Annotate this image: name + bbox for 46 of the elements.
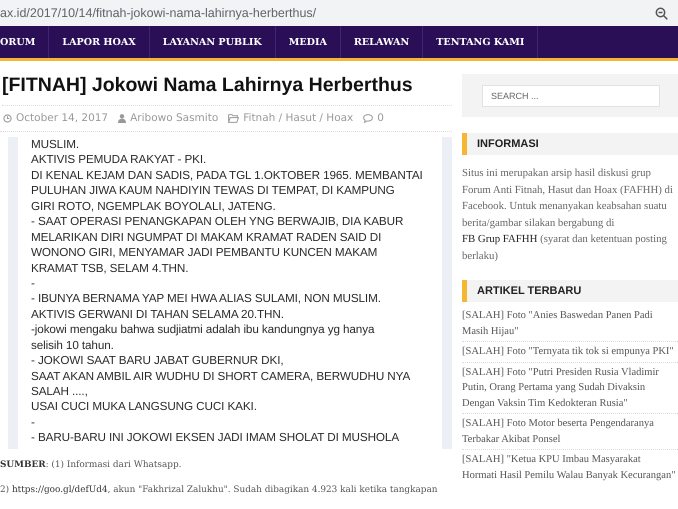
- source-note: SUMBER: (1) Informasi dari Whatsapp.: [0, 459, 182, 472]
- post-text-line: KRAMAT TSB, SELAM 4.THN.: [31, 260, 190, 276]
- info-paragraph: Situs ini merupakan arsip hasil diskusi grup Forum Anti Fitnah, Hasut dan Hoax (FAFHH) di Facebook. Untuk menanyakan keabsahan suatu berita/gambar silakan bergabung di FB Grup FAFHH (syarat dan ketentuan posting berlaku): [462, 166, 674, 264]
- zoom-icon[interactable]: [655, 6, 668, 20]
- post-text-line: selisih 10 tahun.: [31, 338, 115, 354]
- group-link[interactable]: FB Grup FAFHH: [462, 233, 538, 245]
- user-icon: [118, 114, 126, 122]
- nav-link[interactable]: LAYANAN PUBLIK: [150, 26, 276, 58]
- post-text-line: -jokowi mengaku bahwa sudjiatmi adalah ibu kandungnya yg hanya: [31, 322, 376, 338]
- post-text-line: MUSLIM.: [31, 137, 80, 152]
- nav-link[interactable]: LAPOR HOAX: [49, 26, 150, 58]
- post-text-line: - IBUNYA BERNAMA YAP MEI HWA ALIAS SULAMI, NON MUSLIM.: [31, 291, 382, 307]
- article-link[interactable]: [SALAH] Foto "Ternyata tik tok si empunya PKI": [462, 344, 678, 362]
- folder-icon: [228, 114, 240, 122]
- article-title: [FITNAH] Jokowi Nama Lahirnya Herberthus: [2, 74, 452, 106]
- nav-link[interactable]: ORUM: [0, 26, 50, 58]
- post-text-line: MELARIKAN DIRI NGUMPAT DI MAKAM KRAMAT RADEN SAID DI: [31, 230, 382, 246]
- post-text-line: DI KENAL KEJAM DAN SADIS, PADA TGL 1.OKTOBER 1965. MEMBANTAI: [31, 168, 424, 184]
- post-text-line: PULUHAN JIWA KAUM NAHDIYIN TEWAS DI TEMPAT, DI KAMPUNG: [31, 183, 396, 199]
- post-text-line: USAI CUCI MUKA LANGSUNG CUCI KAKI.: [31, 399, 258, 415]
- post-text-line: - JOKOWI SAAT BARU JABAT GUBERNUR DKI,: [31, 353, 284, 369]
- nav-link[interactable]: TENTANG KAMI: [423, 26, 538, 58]
- article-link[interactable]: [SALAH] Foto "Putri Presiden Rusia Vladimir Putin, Orang Pertama yang Sudah Divaksin Dengan Vaksin Tim Kedokteran Rusia": [462, 364, 678, 414]
- nav-link[interactable]: RELAWAN: [340, 26, 424, 58]
- widget-heading: INFORMASI: [462, 133, 678, 155]
- post-text-line: -: [31, 276, 36, 292]
- post-text-line: - BARU-BARU INI JOKOWI EKSEN JADI IMAM SHOLAT DI MUSHOLA: [31, 430, 400, 446]
- source-note: 2) https://goo.gl/defUd4, akun "Fakhrizal Zalukhu". Sudah dibagikan 4.923 kali ketika tangkapan: [0, 484, 438, 497]
- source-link[interactable]: https://goo.gl/defUd4: [12, 485, 108, 495]
- widget-heading: ARTIKEL TERBARU: [462, 280, 678, 302]
- article-link[interactable]: [SALAH] Foto Motor beserta Pengendaranya Terbakar Akibat Ponsel: [462, 416, 678, 450]
- post-text-line: -: [31, 414, 36, 430]
- search-field[interactable]: SEARCH ...: [482, 85, 660, 107]
- post-text-line: - SAAT OPERASI PENANGKAPAN OLEH YNG BERWAJIB, DIA KABUR: [31, 214, 404, 230]
- post-text-line: SALAH ....,: [31, 384, 89, 400]
- post-text-line: SAAT AKAN AMBIL AIR WUDHU DI SHORT CAMERA, BERWUDHU NYA: [31, 368, 412, 384]
- post-text-line: AKTIVIS PEMUDA RAKYAT - PKI.: [31, 152, 208, 168]
- article-link[interactable]: [SALAH] Foto "Anies Baswedan Panen Padi Masih Hijau": [462, 308, 678, 342]
- clock-icon: [3, 114, 12, 122]
- nav-link[interactable]: MEDIA: [276, 26, 341, 58]
- comment-icon: [363, 114, 374, 122]
- article-link[interactable]: [SALAH] "Ketua KPU Imbau Masyarakat Hormati Hasil Pemilu Walau Banyak Kecurangan": [462, 452, 678, 485]
- post-text-line: GIRI ROTO, NGEMPLAK BOYOLALI, JATENG.: [31, 198, 277, 214]
- post-date: October 14, 2017: [16, 112, 108, 124]
- post-text-line: AKTIVIS GERWANI DI TAHAN SELAMA 20.THN.: [31, 306, 285, 322]
- post-text-line: WONONO GIRI, MENYAMAR JADI PEMBANTU KUNCEN MAKAM: [31, 245, 378, 260]
